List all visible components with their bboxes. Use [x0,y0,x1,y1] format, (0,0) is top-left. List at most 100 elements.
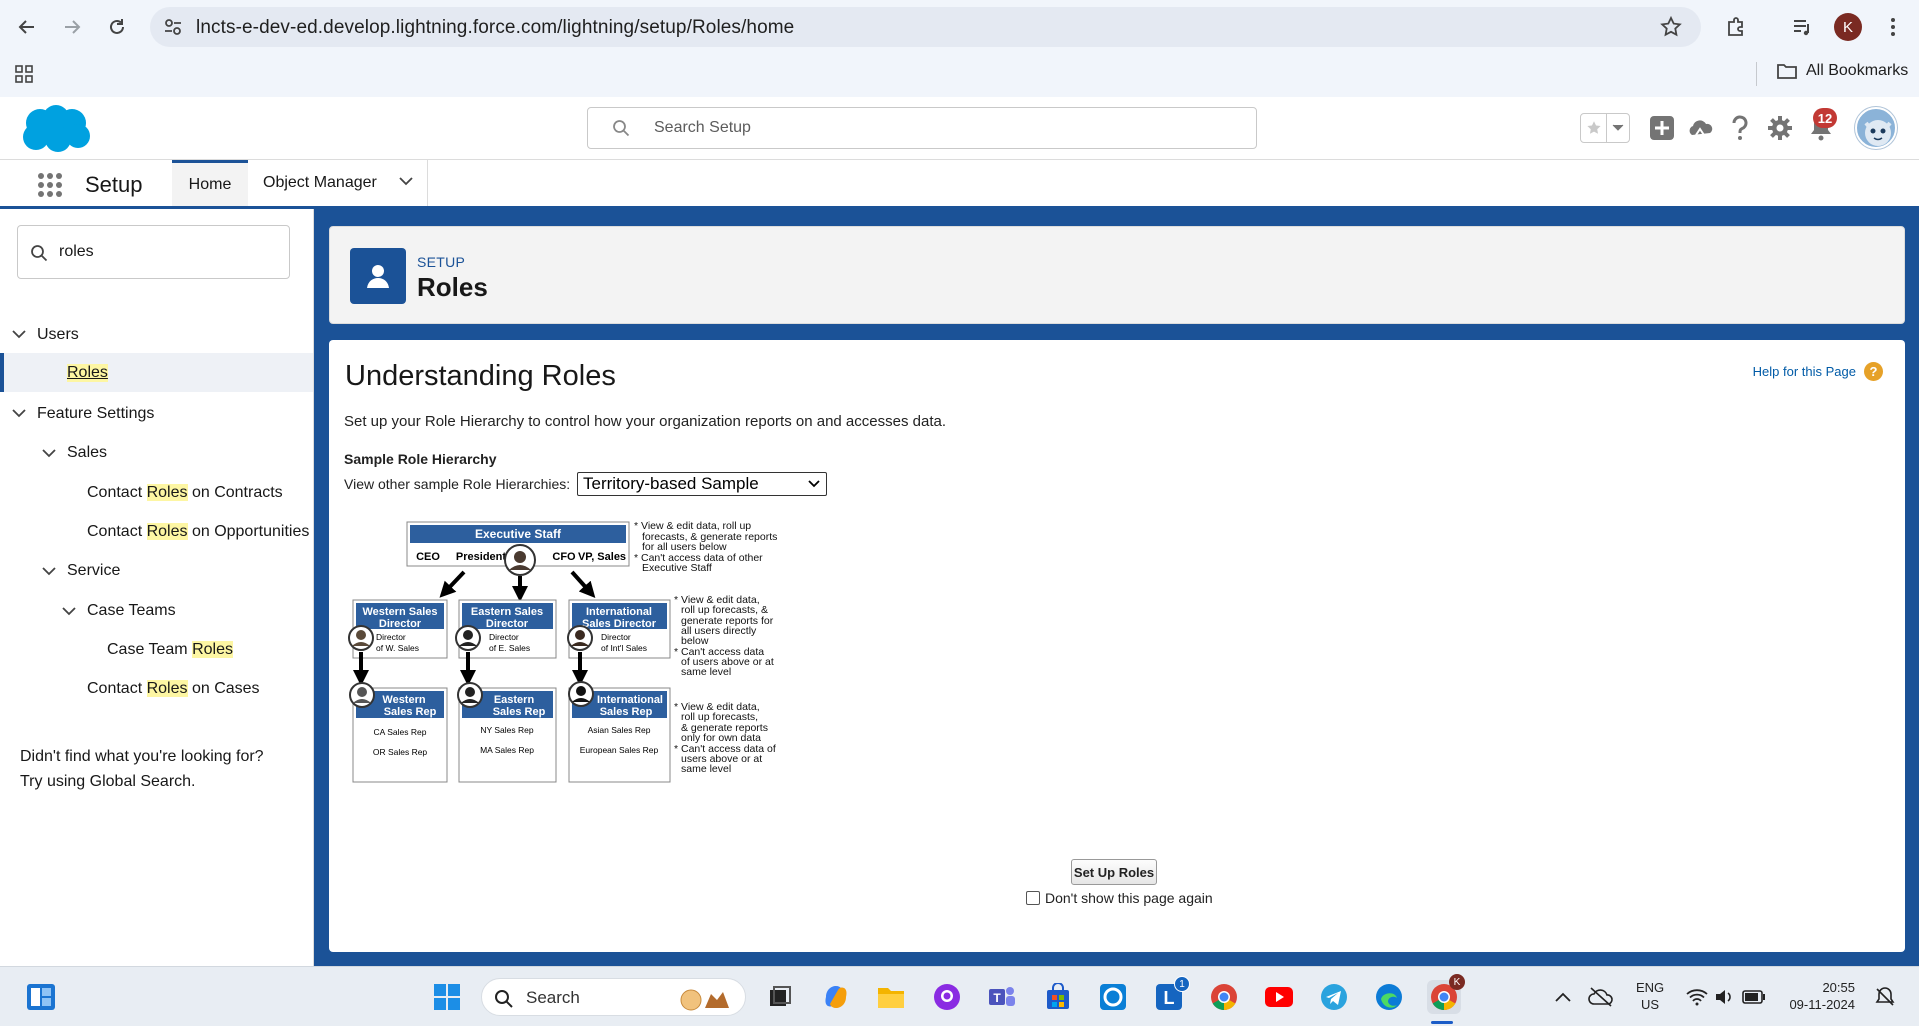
tree-item-service[interactable]: Service [67,562,120,580]
content-description: Set up your Role Hierarchy to control ho… [344,413,946,430]
copilot-icon [825,986,847,1008]
start-button[interactable] [430,980,464,1014]
quick-find-value: roles [59,243,94,260]
tree-item-users[interactable]: Users [37,326,79,344]
exec-title: Executive Staff [475,527,562,541]
apps-grid-icon[interactable] [14,64,34,84]
bookmark-star-icon[interactable] [1659,15,1683,39]
director-notes: * View & edit data, roll up forecasts, &… [674,594,774,678]
extensions-button[interactable] [1720,11,1752,43]
executive-staff-box: Executive Staff CEO President CFO VP, Sa… [406,521,630,576]
help-button[interactable] [1725,113,1755,143]
tree-item-text: Contact [87,680,147,697]
director-sub: Director [489,632,519,642]
tree-item-case-teams[interactable]: Case Teams [87,602,176,620]
tree-item-sales[interactable]: Sales [67,444,107,462]
rep-title: International [597,694,663,706]
clock-date: 09-11-2024 [1789,997,1855,1012]
app-launcher-icon[interactable] [37,172,63,198]
chevron-down-icon[interactable] [12,330,26,339]
help-link[interactable]: Help for this Page ? [1753,362,1883,381]
search-highlight: Roles [192,641,233,658]
add-icon [1650,116,1674,140]
salesforce-logo[interactable] [18,103,92,155]
edge-app[interactable] [1372,980,1406,1014]
tree-item-contact-roles-opportunities[interactable]: Contact Roles on Opportunities [87,523,309,541]
profile-avatar[interactable]: K [1834,13,1862,41]
media-control-button[interactable] [1786,11,1818,43]
chevron-down-icon[interactable] [42,567,56,576]
onedrive-status[interactable] [1584,980,1618,1014]
user-avatar[interactable] [1855,107,1897,149]
chrome-app[interactable] [1207,980,1241,1014]
all-bookmarks-button[interactable]: All Bookmarks [1776,62,1908,80]
tab-home[interactable]: Home [172,160,248,206]
chevron-down-icon[interactable] [12,409,26,418]
youtube-app[interactable] [1262,980,1296,1014]
user-icon [367,265,389,288]
battery-status[interactable] [1737,980,1771,1014]
set-up-roles-button[interactable]: Set Up Roles [1071,859,1157,885]
telegram-app[interactable] [1317,980,1351,1014]
copilot-app[interactable] [819,980,853,1014]
director-title: International [586,606,652,618]
director-photo [455,625,481,651]
chrome-profile-app[interactable]: K [1427,974,1465,1014]
setup-search-input[interactable]: Search Setup [587,107,1257,149]
exec-member: President [456,551,506,563]
folder-icon [878,988,904,1008]
page-header: SETUP Roles [329,226,1905,324]
cortana-app[interactable] [1096,980,1130,1014]
notification-center-button[interactable] [1868,980,1902,1014]
show-hidden-icons[interactable] [1546,980,1580,1014]
lite-app[interactable]: L 1 [1152,976,1190,1014]
tab-object-manager-label: Object Manager [263,174,377,191]
chevron-down-icon[interactable] [42,449,56,458]
site-info-icon[interactable] [162,16,184,38]
reload-button[interactable] [101,11,133,43]
tab-object-manager[interactable]: Object Manager [248,160,428,206]
tree-item-contact-roles-contracts[interactable]: Contact Roles on Contracts [87,484,283,502]
task-view-button[interactable] [763,980,797,1014]
file-explorer-app[interactable] [874,980,908,1014]
url-text: lncts-e-dev-ed.develop.lightning.force.c… [196,17,795,38]
sample-hierarchy-select[interactable]: Territory-based Sample [577,472,827,496]
tree-item-text: on Cases [187,680,260,697]
language-indicator[interactable]: ENG US [1636,979,1664,1013]
tree-item-feature-settings[interactable]: Feature Settings [37,405,154,423]
circle-app-icon [1100,984,1126,1010]
all-bookmarks-label: All Bookmarks [1806,62,1909,79]
teams-app[interactable]: T [985,980,1019,1014]
tree-item-roles[interactable]: Roles [67,364,108,382]
chevron-down-icon[interactable] [62,607,76,616]
widgets-button[interactable] [24,980,58,1014]
global-search-hint: Didn't find what you're looking for? Try… [20,744,264,794]
tree-selected-indicator [0,353,4,392]
back-button[interactable] [11,11,43,43]
tree-item-contact-roles-cases[interactable]: Contact Roles on Cases [87,680,260,698]
dont-show-checkbox[interactable] [1026,891,1040,905]
address-bar[interactable]: lncts-e-dev-ed.develop.lightning.force.c… [150,7,1701,47]
role-hierarchy-diagram: Executive Staff CEO President CFO VP, Sa… [348,520,777,783]
tree-item-text: Case Team [107,641,193,658]
browser-menu-button[interactable] [1877,11,1909,43]
search-icon [495,990,513,1008]
folder-icon [1777,64,1797,79]
lang-line-2: US [1641,997,1660,1012]
trailhead-button[interactable] [1686,113,1716,143]
taskbar-search[interactable]: Search [481,978,746,1016]
global-actions-button[interactable] [1647,113,1677,143]
clock[interactable]: 20:55 09-11-2024 [1780,979,1855,1013]
puzzle-icon [1728,17,1743,36]
search-icon [31,245,48,262]
forward-button[interactable] [56,11,88,43]
setup-gear-button[interactable] [1765,113,1795,143]
quick-find-input[interactable]: roles [17,225,290,279]
store-app[interactable] [1041,980,1075,1014]
telegram-icon [1321,984,1347,1010]
tree-item-case-team-roles[interactable]: Case Team Roles [107,641,233,659]
favorites-button[interactable] [1580,113,1630,143]
github-app[interactable] [930,980,964,1014]
dont-show-label: Don't show this page again [1045,890,1213,906]
chevron-down-icon[interactable] [399,177,413,186]
